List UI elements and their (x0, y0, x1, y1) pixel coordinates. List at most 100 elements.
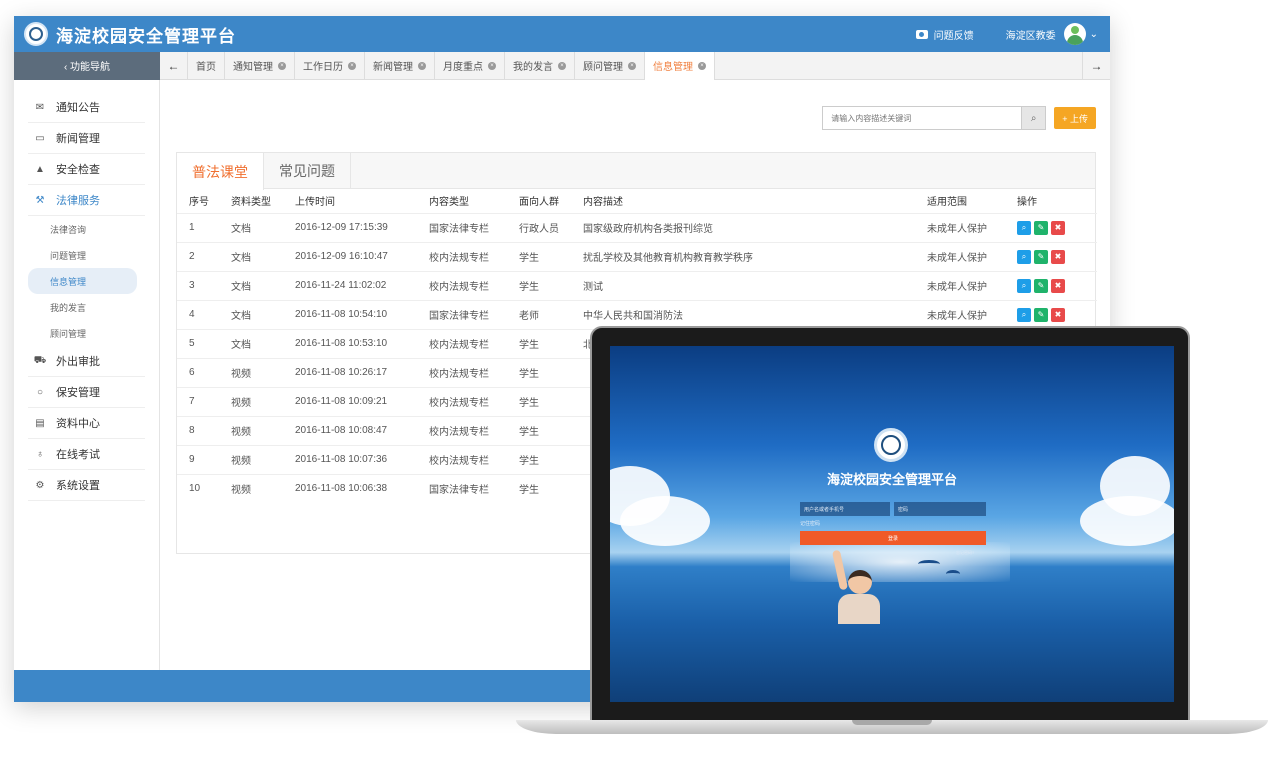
table-cell: 2016-11-08 10:54:10 (283, 299, 417, 329)
table-cell: 校内法规专栏 (417, 444, 507, 474)
table-cell: 文档 (219, 270, 283, 300)
close-icon[interactable]: × (628, 61, 636, 70)
tab-scroll-left-icon[interactable]: ← (160, 51, 188, 80)
sidebar-subitem-advisors[interactable]: 顾问管理 (28, 320, 145, 346)
delete-icon[interactable]: ✖ (1051, 249, 1065, 264)
sidebar-item-security-guard[interactable]: ○ 保安管理 (28, 377, 145, 408)
circle-icon: ○ (36, 386, 44, 398)
tab-law-class[interactable]: 普法课堂 (177, 153, 264, 190)
tab-info-management[interactable]: 信息管理 × (645, 51, 715, 80)
table-row: 2 文档 2016-12-09 16:10:47 校内法规专栏 学生 扰乱学校及其他教育机… (177, 241, 1097, 271)
avatar[interactable] (1063, 23, 1086, 45)
table-cell: 2016-11-08 10:06:38 (283, 473, 417, 503)
column-header: 操作 (1017, 197, 1037, 209)
edit-icon[interactable]: ✎ (1034, 278, 1048, 293)
close-icon[interactable]: × (418, 61, 426, 70)
table-cell: 未成年人保护 (915, 241, 1005, 271)
tab-calendar[interactable]: 工作日历 × (295, 51, 365, 80)
close-icon[interactable]: × (348, 61, 356, 70)
table-cell: 国家法律专栏 (417, 299, 507, 329)
password-field[interactable]: 密码 (894, 502, 986, 516)
sidebar-subitem-info[interactable]: 信息管理 (28, 268, 137, 294)
nav-toggle-button[interactable]: ‹ 功能导航 (14, 51, 160, 80)
tab-home[interactable]: 首页 (188, 51, 225, 80)
column-header: 上传时间 (295, 197, 335, 209)
bird-icon (918, 560, 940, 568)
view-icon[interactable]: ⌕ (1017, 307, 1031, 322)
view-icon[interactable]: ⌕ (1017, 278, 1031, 293)
table-cell: 8 (177, 415, 219, 445)
table-cell: 未成年人保护 (915, 270, 1005, 300)
tab-faq[interactable]: 常见问题 (264, 153, 351, 189)
chevron-down-icon[interactable]: ⌄ (1090, 29, 1098, 40)
sidebar-item-outing[interactable]: ⛟ 外出审批 (28, 346, 145, 377)
sidebar-item-news[interactable]: ▭ 新闻管理 (28, 123, 145, 154)
table-cell: 视频 (219, 415, 283, 445)
sidebar-subitem-legal-consult[interactable]: 法律咨询 (28, 216, 145, 242)
sidebar-item-exam[interactable]: ♁ 在线考试 (28, 439, 145, 470)
table-cell: 未成年人保护 (915, 212, 1005, 242)
user-name[interactable]: 海淀区教委 (1006, 27, 1056, 42)
top-right-actions: 问题反馈 海淀区教委 ⌄ (915, 16, 1098, 52)
close-icon[interactable]: × (488, 61, 496, 70)
sidebar-subitem-my-posts[interactable]: 我的发言 (28, 294, 145, 320)
search-input[interactable] (822, 106, 1023, 130)
forgot-password-link[interactable]: 忘记密码? (956, 550, 974, 556)
table-cell: 6 (177, 357, 219, 387)
edit-icon[interactable]: ✎ (1034, 249, 1048, 264)
delete-icon[interactable]: ✖ (1051, 278, 1065, 293)
close-icon[interactable]: × (558, 61, 566, 70)
gear-icon: ⚙ (35, 479, 45, 491)
tab-advisors[interactable]: 顾问管理 × (575, 51, 645, 80)
table-cell: 7 (177, 386, 219, 416)
table-cell: 9 (177, 444, 219, 474)
table-cell: 视频 (219, 444, 283, 474)
sidebar-item-safety-check[interactable]: ▲ 安全检查 (28, 154, 145, 185)
table-row: 3 文档 2016-11-24 11:02:02 校内法规专栏 学生 测试 未成年人保护 ⌕ ✎… (177, 270, 1097, 300)
edit-icon[interactable]: ✎ (1034, 307, 1048, 322)
sidebar-subitem-issues[interactable]: 问题管理 (28, 242, 145, 268)
sidebar-item-notices[interactable]: ✉ 通知公告 (28, 92, 145, 123)
table-row: 4 文档 2016-11-08 10:54:10 国家法律专栏 老师 中华人民共和国消防法… (177, 299, 1097, 329)
cloud (1080, 496, 1174, 546)
upload-button[interactable]: + 上传 (1054, 107, 1096, 129)
close-icon[interactable]: × (278, 61, 286, 70)
sidebar-item-resources[interactable]: ▤ 资料中心 (28, 408, 145, 439)
table-cell: 国家法律专栏 (417, 473, 507, 503)
column-header: 序号 (189, 197, 209, 209)
username-field[interactable]: 用户名或者手机号 (800, 502, 890, 516)
sidebar-item-legal[interactable]: ⚒ 法律服务 (28, 185, 145, 216)
search-icon[interactable]: ⌕ (1022, 106, 1047, 130)
actions-cell: ⌕ ✎ ✖ (1005, 299, 1097, 329)
delete-icon[interactable]: ✖ (1051, 307, 1065, 322)
close-icon[interactable]: × (698, 61, 706, 70)
tab-my-posts[interactable]: 我的发言 × (505, 51, 575, 80)
table-cell: 视频 (219, 473, 283, 503)
edit-icon[interactable]: ✎ (1034, 220, 1048, 235)
table-cell: 校内法规专栏 (417, 415, 507, 445)
table-cell: 1 (177, 212, 219, 242)
view-icon[interactable]: ⌕ (1017, 249, 1031, 264)
table-cell: 文档 (219, 212, 283, 242)
tab-monthly[interactable]: 月度重点 × (435, 51, 505, 80)
tab-bar: ‹ 功能导航 ← 首页 通知管理 × 工作日历 × 新闻管理 × 月度重点 × 我的发言… (14, 51, 1110, 80)
table-cell: 2 (177, 241, 219, 271)
delete-icon[interactable]: ✖ (1051, 220, 1065, 235)
login-button[interactable]: 登录 (800, 531, 986, 545)
table-cell: 校内法规专栏 (417, 241, 507, 271)
sidebar-item-settings[interactable]: ⚙ 系统设置 (28, 470, 145, 501)
tab-scroll-right-icon[interactable]: → (1082, 51, 1110, 80)
table-cell: 文档 (219, 299, 283, 329)
table-cell: 2016-11-08 10:07:36 (283, 444, 417, 474)
table-cell: 视频 (219, 357, 283, 387)
envelope-icon: ✉ (35, 101, 45, 113)
table-cell: 2016-11-24 11:02:02 (283, 270, 417, 300)
table-cell: 校内法规专栏 (417, 328, 507, 358)
tab-news[interactable]: 新闻管理 × (365, 51, 435, 80)
table-cell: 5 (177, 328, 219, 358)
view-icon[interactable]: ⌕ (1017, 220, 1031, 235)
tab-notice[interactable]: 通知管理 × (225, 51, 295, 80)
feedback-link[interactable]: 问题反馈 (934, 27, 974, 42)
remember-checkbox[interactable]: 记住密码 (800, 520, 820, 527)
actions-cell: ⌕ ✎ ✖ (1005, 270, 1097, 300)
